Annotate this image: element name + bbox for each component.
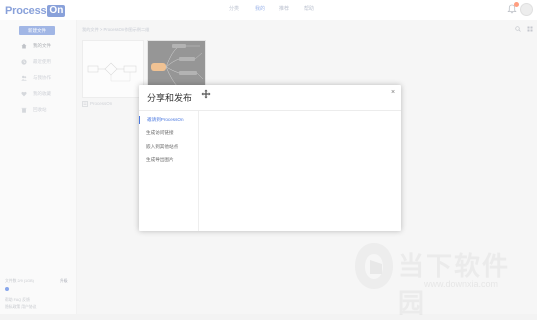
dialog-title: 分享和发布 [147,93,193,103]
menu-item-link[interactable]: 生成访问链接 [139,129,197,137]
menu-item-invite[interactable]: 邀请到ProcessOn [139,116,197,124]
menu-item-embed[interactable]: 嵌入到其他站点 [139,143,197,151]
move-icon[interactable] [201,89,211,99]
menu-item-export-image[interactable]: 生成导出图片 [139,156,197,164]
close-icon[interactable]: × [389,89,397,97]
